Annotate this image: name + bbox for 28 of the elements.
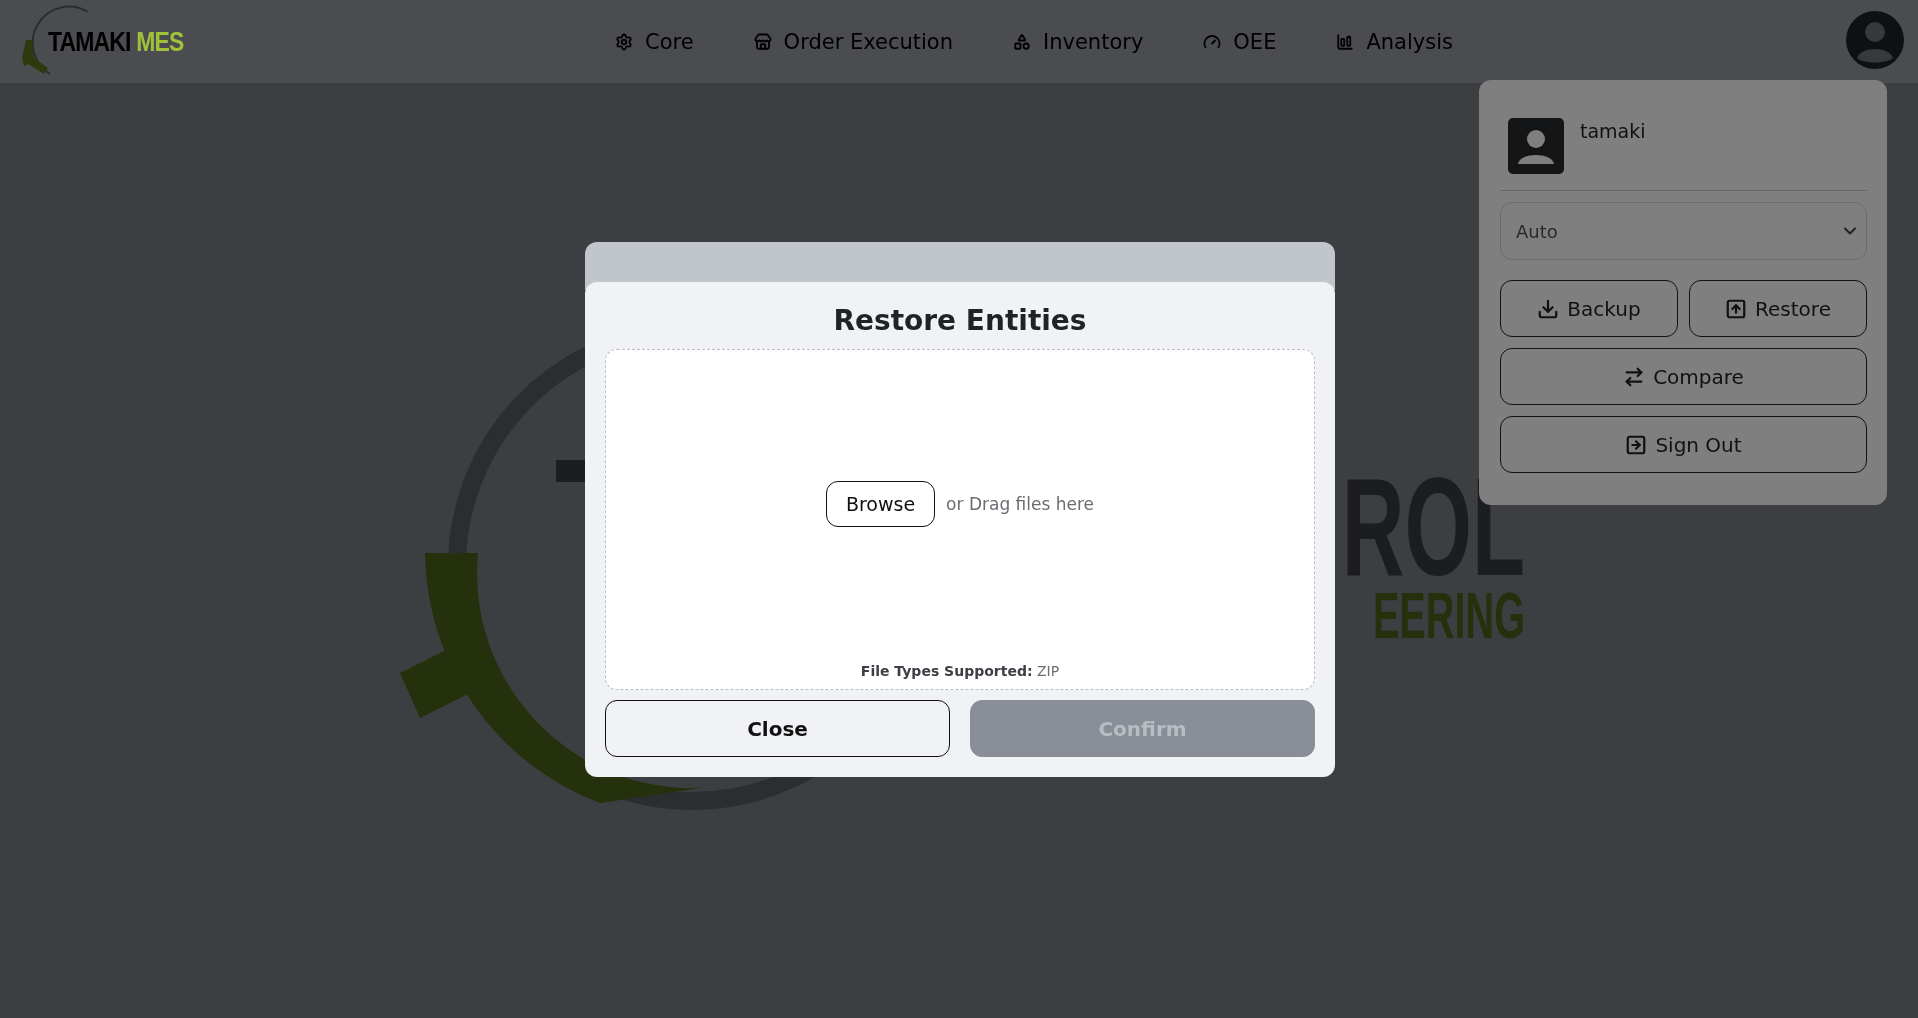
- drop-zone[interactable]: Browse or Drag files here File Types Supported: ZIP: [605, 349, 1315, 690]
- menu-button[interactable]: Compare: [1500, 348, 1867, 405]
- menu-button[interactable]: Sign Out: [1500, 416, 1867, 473]
- nav-item[interactable]: OEE: [1203, 29, 1277, 54]
- theme-select[interactable]: Auto: [1500, 202, 1867, 260]
- user-icon: [1508, 118, 1564, 174]
- sign-out-icon: [1625, 433, 1648, 456]
- storefront-icon: [753, 32, 772, 51]
- dialog-button[interactable]: Close: [605, 700, 950, 757]
- upload-icon: [1725, 297, 1748, 320]
- bar-chart-icon: [1336, 32, 1355, 51]
- nav-item[interactable]: Core: [615, 29, 694, 54]
- gear-icon: [615, 32, 633, 51]
- username: tamaki: [1580, 120, 1646, 144]
- drop-hint: or Drag files here: [946, 494, 1095, 514]
- supported-types: File Types Supported: ZIP: [860, 663, 1060, 679]
- browse-button[interactable]: Browse: [825, 481, 936, 527]
- logo-text[interactable]: TAMAKI MES: [48, 25, 184, 58]
- menu-button[interactable]: Restore: [1689, 280, 1867, 337]
- nav-item[interactable]: Analysis: [1336, 29, 1453, 54]
- dialog-title: Restore Entities: [833, 304, 1087, 337]
- shapes-icon: [1013, 32, 1031, 51]
- user-avatar-icon[interactable]: [1845, 10, 1905, 70]
- download-icon: [1537, 297, 1560, 320]
- menu-button[interactable]: Backup: [1500, 280, 1678, 337]
- gauge-icon: [1203, 32, 1222, 51]
- nav-item[interactable]: Inventory: [1013, 29, 1144, 54]
- nav-item[interactable]: Order Execution: [753, 29, 953, 54]
